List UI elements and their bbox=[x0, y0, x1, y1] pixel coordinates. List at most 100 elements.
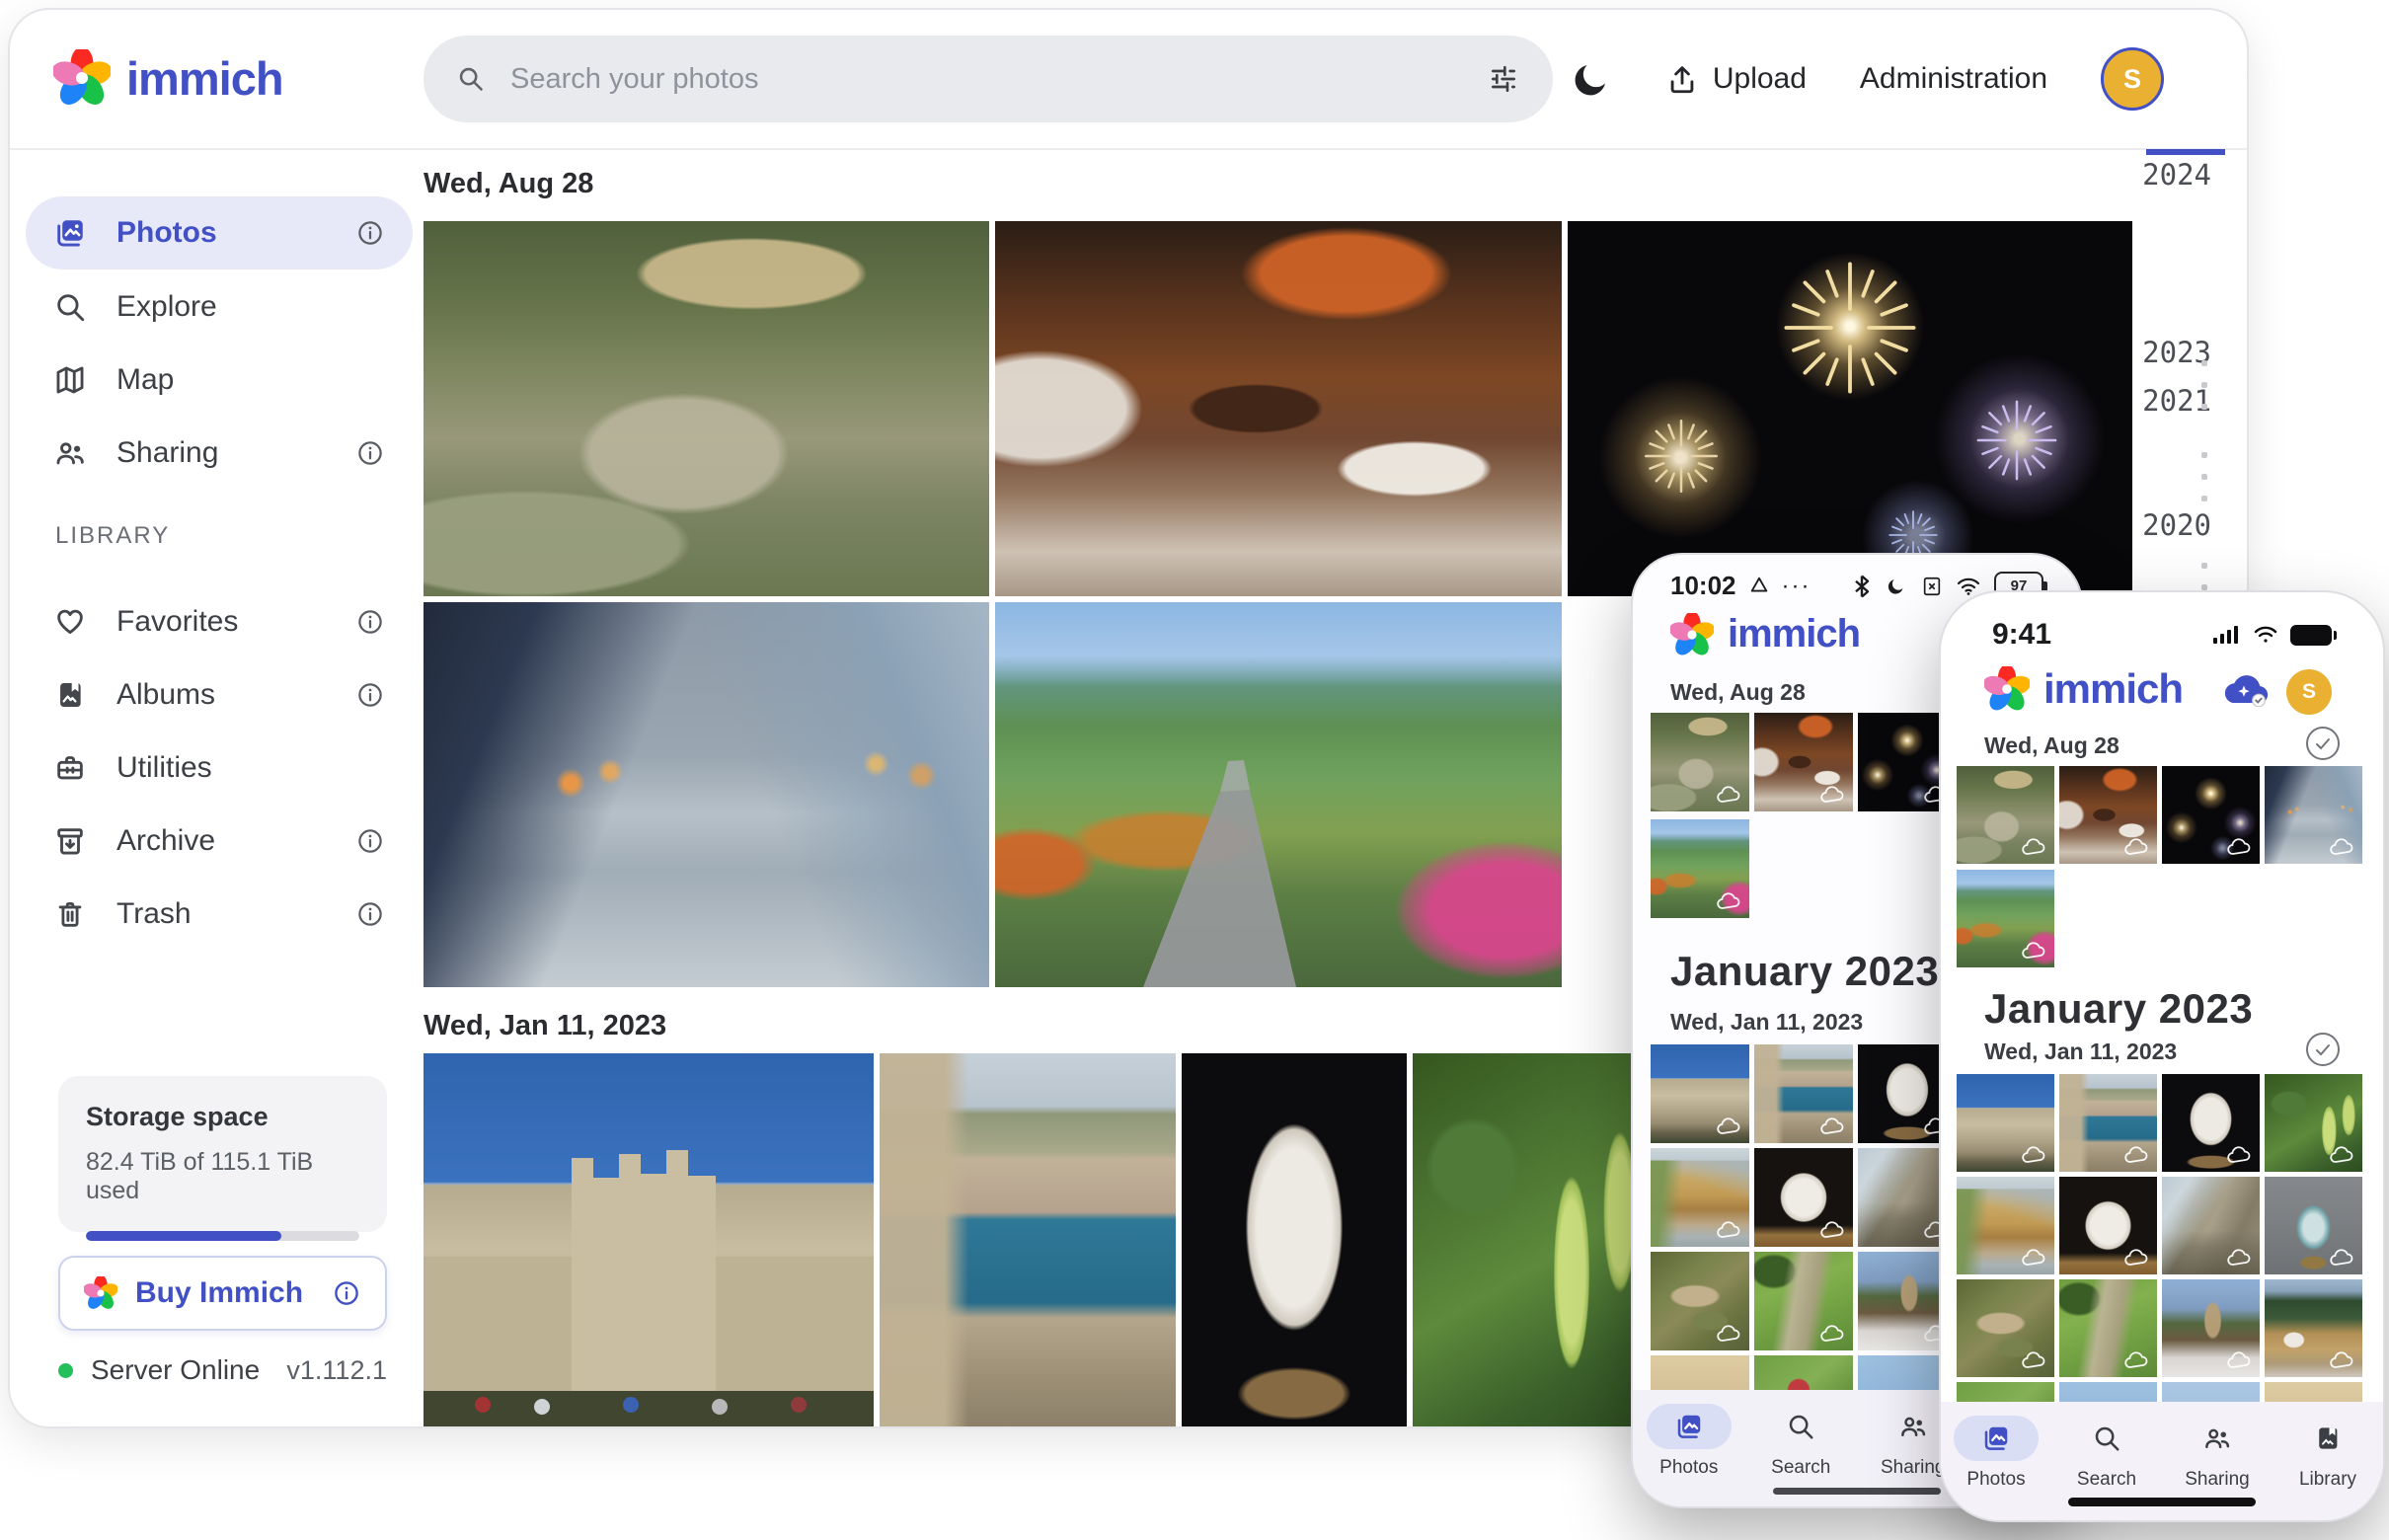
server-online-dot bbox=[58, 1363, 73, 1378]
scrubber-tick bbox=[2201, 563, 2207, 569]
thumb-green-berries bbox=[2265, 1074, 2362, 1172]
select-all-check-icon bbox=[2306, 727, 2340, 760]
sidebar-item-favorites[interactable]: Favorites bbox=[26, 585, 413, 658]
header-divider bbox=[10, 148, 2247, 150]
date-group-header-jan11: Wed, Jan 11, 2023 bbox=[424, 1010, 666, 1042]
immich-flower-icon bbox=[84, 1276, 117, 1310]
scrubber-tick bbox=[2201, 452, 2207, 458]
storage-progress-track bbox=[86, 1231, 359, 1241]
scrubber-position-indicator[interactable] bbox=[2146, 149, 2225, 155]
sidebar-item-sharing[interactable]: Sharing bbox=[26, 417, 413, 490]
sidebar-item-archive[interactable]: Archive bbox=[26, 805, 413, 878]
sidebar-item-albums[interactable]: Albums bbox=[26, 658, 413, 732]
scrubber-year-2020[interactable]: 2020 bbox=[2142, 508, 2211, 542]
scrubber-tick bbox=[2201, 474, 2207, 480]
scrubber-year-2024[interactable]: 2024 bbox=[2142, 158, 2211, 192]
sidebar-item-utilities[interactable]: Utilities bbox=[26, 732, 413, 805]
notification-shield-icon bbox=[1748, 576, 1770, 597]
thumb-mountain-village bbox=[2265, 1279, 2362, 1377]
server-version: v1.112.1 bbox=[286, 1355, 387, 1386]
photo-marble-bust[interactable] bbox=[1182, 1053, 1407, 1428]
brand-wordmark: immich bbox=[126, 51, 283, 106]
albums-icon bbox=[53, 678, 87, 712]
photo-green-berries[interactable] bbox=[1413, 1053, 1654, 1428]
buy-immich-button[interactable]: Buy Immich bbox=[58, 1256, 387, 1331]
search-filter-icon[interactable] bbox=[1488, 63, 1519, 95]
scrubber-tick bbox=[2201, 404, 2207, 410]
phone2-user-avatar: S bbox=[2286, 669, 2332, 715]
sidebar-section-library: LIBRARY bbox=[55, 522, 170, 550]
buy-immich-label: Buy Immich bbox=[135, 1276, 314, 1310]
thumb-beach-cliff bbox=[1957, 1177, 2054, 1274]
phone2-nav-photos: Photos bbox=[1941, 1416, 2051, 1491]
phone2-date-header-aug28: Wed, Aug 28 bbox=[1984, 732, 2119, 759]
thumb-lizard-moss bbox=[1754, 1252, 1853, 1350]
phone1-date-header-aug28: Wed, Aug 28 bbox=[1670, 679, 1806, 706]
heart-icon bbox=[53, 605, 87, 639]
sidebar-item-map[interactable]: Map bbox=[26, 344, 413, 417]
info-icon[interactable] bbox=[355, 826, 385, 856]
thumb-rock-sculpture bbox=[1754, 1148, 1853, 1247]
info-icon[interactable] bbox=[355, 438, 385, 468]
info-icon[interactable] bbox=[355, 607, 385, 637]
info-icon[interactable] bbox=[355, 680, 385, 710]
bluetooth-icon bbox=[1852, 575, 1872, 598]
brand-wordmark: immich bbox=[1728, 612, 1860, 656]
backup-cloud-icon bbox=[2219, 669, 2269, 707]
sidebar-item-trash[interactable]: Trash bbox=[26, 878, 413, 951]
thumb-fireworks bbox=[2162, 766, 2260, 864]
wifi-icon bbox=[2253, 625, 2278, 645]
search-icon bbox=[457, 65, 485, 93]
more-notifications-dots: ··· bbox=[1782, 573, 1811, 600]
upload-button[interactable]: Upload bbox=[1665, 62, 1807, 96]
thumb-zoo-monkeys bbox=[1957, 766, 2054, 864]
photo-coastal-town[interactable] bbox=[880, 1053, 1176, 1428]
phone1-app-logo: immich bbox=[1670, 612, 1860, 656]
search-input[interactable]: Search your photos bbox=[424, 36, 1553, 122]
phone2-nav-library: Library bbox=[2273, 1416, 2383, 1491]
thumb-rock-sculpture bbox=[2059, 1177, 2157, 1274]
scrubber-year-2021[interactable]: 2021 bbox=[2142, 384, 2211, 418]
thumb-autumn-dinner bbox=[1754, 713, 1853, 811]
select-all-check-icon bbox=[2306, 1033, 2340, 1066]
thumb-coastal-town bbox=[2059, 1074, 2157, 1172]
do-not-disturb-moon-icon bbox=[1886, 576, 1907, 597]
phone1-nav-photos: Photos bbox=[1633, 1404, 1745, 1479]
sidebar-item-explore[interactable]: Explore bbox=[26, 270, 413, 344]
photo-zoo-monkeys[interactable] bbox=[424, 221, 989, 596]
photo-autumn-park-road[interactable] bbox=[995, 602, 1562, 987]
server-status-label: Server Online bbox=[91, 1354, 269, 1386]
photo-autumn-dinner-table[interactable] bbox=[995, 221, 1562, 596]
cellular-bars-icon bbox=[2213, 625, 2241, 645]
phone2-month-header: January 2023 bbox=[1984, 985, 2253, 1033]
photo-holding-hands[interactable] bbox=[424, 602, 989, 987]
sidebar-item-photos[interactable]: Photos bbox=[26, 196, 413, 270]
archive-icon bbox=[53, 824, 87, 858]
photo-fortress-walls[interactable] bbox=[424, 1053, 874, 1428]
phone2-clock: 9:41 bbox=[1992, 618, 2051, 652]
info-icon[interactable] bbox=[332, 1278, 361, 1308]
immich-flower-icon bbox=[1984, 666, 2030, 712]
thumb-coastal-town bbox=[1754, 1044, 1853, 1143]
storage-progress-fill bbox=[86, 1231, 281, 1241]
photos-icon bbox=[53, 216, 87, 250]
storage-title: Storage space bbox=[86, 1102, 359, 1132]
explore-search-icon bbox=[53, 290, 87, 324]
administration-link[interactable]: Administration bbox=[1860, 62, 2047, 96]
thumb-silver-ornament bbox=[2265, 1177, 2362, 1274]
storage-space-card: Storage space 82.4 TiB of 115.1 TiB used bbox=[58, 1076, 387, 1232]
info-icon[interactable] bbox=[355, 218, 385, 248]
phone2-app-logo: immich bbox=[1984, 665, 2183, 713]
server-status-row: Server Online v1.112.1 bbox=[58, 1354, 387, 1386]
photo-fireworks[interactable] bbox=[1568, 221, 2132, 596]
app-logo: immich bbox=[53, 49, 283, 107]
info-icon[interactable] bbox=[355, 899, 385, 929]
scrubber-tick bbox=[2201, 382, 2207, 388]
thumb-autumn-road bbox=[1651, 819, 1749, 918]
thumb-fortress bbox=[1957, 1074, 2054, 1172]
thumb-holding-hands bbox=[2265, 766, 2362, 864]
thumb-lizard-log bbox=[1651, 1252, 1749, 1350]
dark-mode-moon-icon[interactable] bbox=[1571, 58, 1612, 100]
toolbox-icon bbox=[53, 751, 87, 785]
user-avatar[interactable]: S bbox=[2101, 47, 2164, 111]
